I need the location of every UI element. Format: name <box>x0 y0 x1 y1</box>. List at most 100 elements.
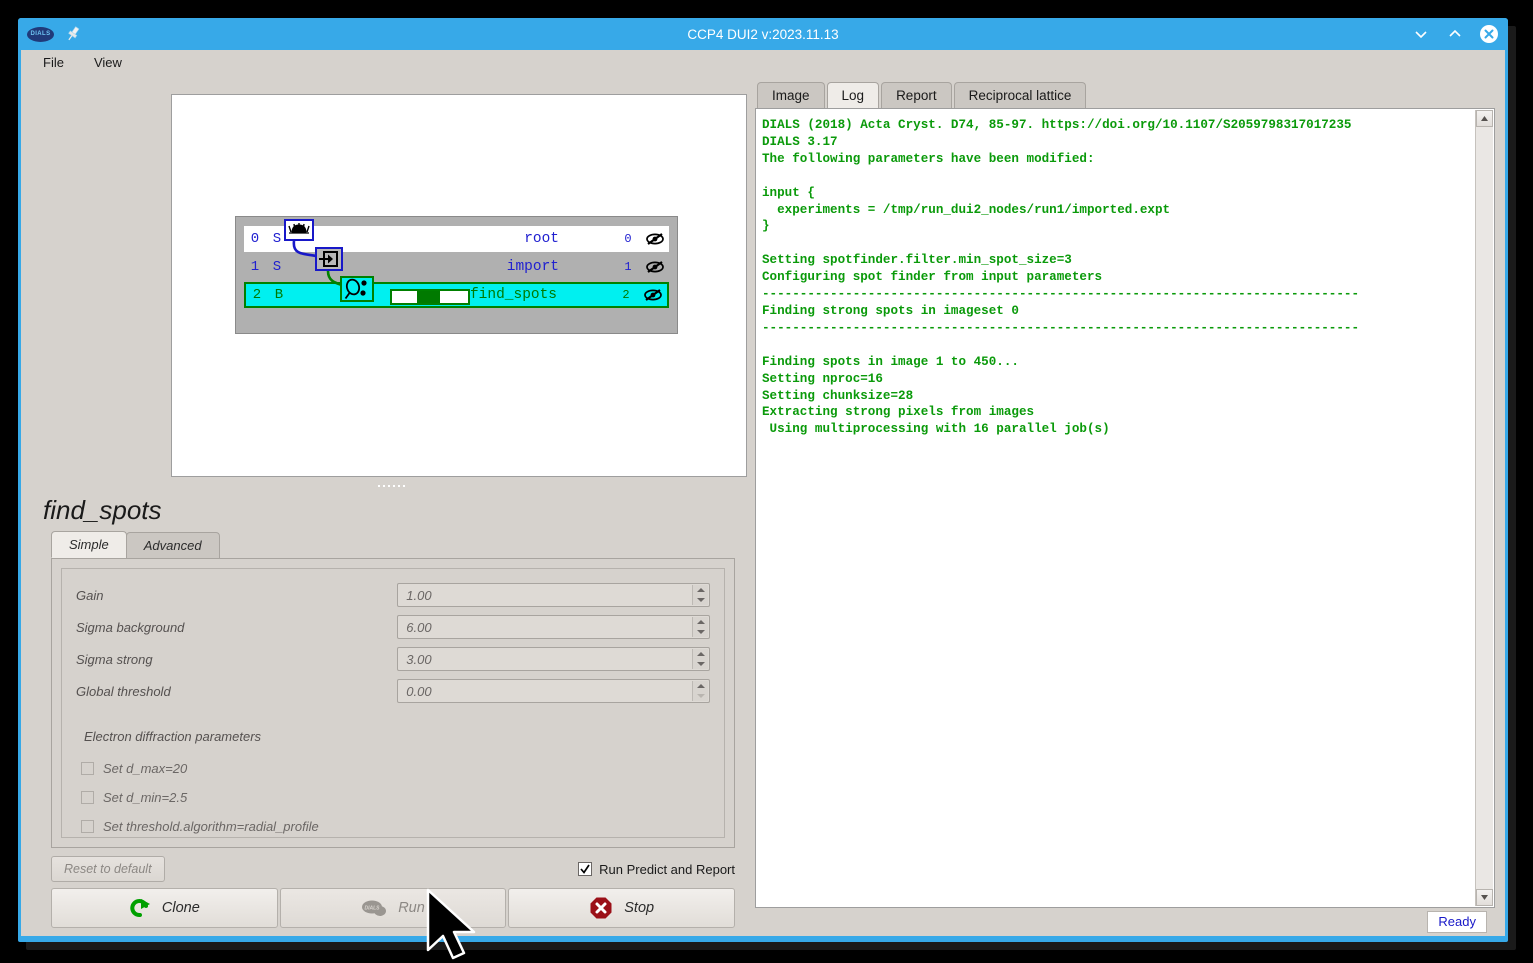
gain-value: 1.00 <box>406 587 432 603</box>
eyelash-box-icon[interactable] <box>284 219 314 241</box>
title-bar[interactable]: DIALS CCP4 DUI2 v:2023.11.13 <box>18 18 1508 50</box>
scroll-up-icon[interactable] <box>1476 110 1493 127</box>
spotfinder-icon[interactable] <box>340 276 374 302</box>
node-progress-fill <box>417 291 440 303</box>
scroll-down-icon[interactable] <box>1476 889 1493 906</box>
field-label: Sigma background <box>76 619 185 635</box>
eye-hidden-icon[interactable] <box>641 232 669 246</box>
tree-node-index: 2 <box>252 287 262 303</box>
spinner-up-icon[interactable] <box>693 649 708 659</box>
log-output-box[interactable]: DIALS (2018) Acta Cryst. D74, 85-97. htt… <box>755 108 1495 908</box>
node-tree-canvas[interactable]: 0 S root 0 1 S import 1 2 B find_spots 2 <box>171 94 747 477</box>
gain-spinbox[interactable]: 1.00 <box>397 583 710 607</box>
field-sigma-background: Sigma background 6.00 <box>76 611 710 643</box>
svg-text:DIALS: DIALS <box>365 906 381 912</box>
field-gain: Gain 1.00 <box>76 579 710 611</box>
reset-and-options-bar: Reset to default Run Predict and Report <box>29 848 753 888</box>
application-window: DIALS CCP4 DUI2 v:2023.11.13 File View 0… <box>18 18 1508 942</box>
run-button[interactable]: DIALS Run <box>279 888 507 928</box>
menu-item-view[interactable]: View <box>90 53 126 72</box>
dials-run-icon: DIALS <box>362 900 387 916</box>
stop-octagon-icon <box>590 897 612 919</box>
eye-hidden-icon[interactable] <box>641 260 669 274</box>
status-badge: Ready <box>1427 911 1487 933</box>
checkbox-row-d-min[interactable]: Set d_min=2.5 <box>76 783 710 812</box>
stop-button-label: Stop <box>624 900 655 916</box>
tree-node-count: 2 <box>622 288 630 302</box>
parameter-panel: Gain 1.00 Sigma background 6.00 Sigma st… <box>51 558 735 848</box>
scrollbar-track[interactable] <box>1476 127 1493 889</box>
checkbox-run-predict-and-report[interactable] <box>578 862 593 876</box>
status-bar: Ready <box>753 908 1497 936</box>
field-label: Global threshold <box>76 683 171 699</box>
spinner-down-icon[interactable] <box>693 627 708 637</box>
clone-button[interactable]: Clone <box>51 888 278 928</box>
sigma-background-spinbox[interactable]: 6.00 <box>397 615 710 639</box>
spinner-down-icon[interactable] <box>693 659 708 669</box>
parameter-panel-inner: Gain 1.00 Sigma background 6.00 Sigma st… <box>61 568 725 838</box>
global-threshold-spinbox[interactable]: 0.00 <box>397 679 710 703</box>
spinner-up-icon[interactable] <box>693 681 708 691</box>
action-button-bar: Clone DIALS Run Stop <box>29 888 753 936</box>
run-predict-and-report-row[interactable]: Run Predict and Report <box>578 862 735 877</box>
tab-image[interactable]: Image <box>757 82 825 108</box>
checkbox-d-max[interactable] <box>81 762 94 775</box>
tree-node-name: root <box>524 231 559 247</box>
log-scrollbar[interactable] <box>1475 110 1493 906</box>
checkbox-d-min[interactable] <box>81 791 94 804</box>
checkbox-row-d-max[interactable]: Set d_max=20 <box>76 754 710 783</box>
client-area: File View 0 S root 0 1 S import 1 2 B fi… <box>21 50 1505 936</box>
reset-to-default-button[interactable]: Reset to default <box>51 856 165 882</box>
parameter-tabs: Simple Advanced <box>29 531 753 558</box>
checkbox-threshold-algorithm[interactable] <box>81 820 94 833</box>
eye-hidden-icon[interactable] <box>639 288 667 302</box>
spinner-down-icon[interactable] <box>693 595 708 605</box>
tree-node-index: 1 <box>250 259 260 275</box>
run-button-label: Run <box>398 900 425 916</box>
tab-simple[interactable]: Simple <box>51 531 127 558</box>
tab-advanced[interactable]: Advanced <box>125 532 220 558</box>
node-progress-bar <box>390 289 470 305</box>
tab-reciprocal-lattice[interactable]: Reciprocal lattice <box>953 82 1087 108</box>
chevron-up-icon[interactable] <box>1444 23 1466 45</box>
pane-splitter-handle[interactable] <box>29 479 753 493</box>
run-predict-and-report-label: Run Predict and Report <box>599 861 735 877</box>
stop-button[interactable]: Stop <box>508 888 736 928</box>
tree-node-count: 0 <box>624 232 632 246</box>
pin-icon[interactable] <box>64 25 82 43</box>
clone-button-label: Clone <box>161 900 200 916</box>
import-arrow-icon[interactable] <box>315 247 343 271</box>
checkbox-row-threshold-algorithm[interactable]: Set threshold.algorithm=radial_profile <box>76 812 710 837</box>
menu-item-file[interactable]: File <box>39 53 68 72</box>
field-label: Sigma strong <box>76 651 153 667</box>
left-pane: 0 S root 0 1 S import 1 2 B find_spots 2… <box>29 74 753 936</box>
tree-node-state: S <box>272 259 282 275</box>
tab-log[interactable]: Log <box>826 82 880 108</box>
main-body: 0 S root 0 1 S import 1 2 B find_spots 2… <box>21 74 1505 936</box>
window-title: CCP4 DUI2 v:2023.11.13 <box>687 26 839 42</box>
checkbox-label: Set threshold.algorithm=radial_profile <box>103 819 319 834</box>
sigma-background-value: 6.00 <box>406 619 432 635</box>
dials-logo-icon: DIALS <box>27 26 54 42</box>
close-circle-icon[interactable] <box>1478 23 1500 45</box>
tree-node-index: 0 <box>250 231 260 247</box>
tree-node-state: B <box>274 287 284 303</box>
tree-node-name: import <box>506 259 559 275</box>
spinner-buttons <box>692 585 708 605</box>
field-global-threshold: Global threshold 0.00 <box>76 675 710 707</box>
chevron-down-icon[interactable] <box>1410 23 1432 45</box>
tab-report[interactable]: Report <box>881 82 952 108</box>
sigma-strong-spinbox[interactable]: 3.00 <box>397 647 710 671</box>
menu-bar: File View <box>21 50 1505 74</box>
spinner-up-icon[interactable] <box>693 585 708 595</box>
tree-node-find-spots[interactable]: 2 B find_spots 2 <box>244 282 669 308</box>
desktop-background: DIALS CCP4 DUI2 v:2023.11.13 File View 0… <box>0 0 1533 963</box>
spinner-up-icon[interactable] <box>693 617 708 627</box>
section-label-electron-diffraction: Electron diffraction parameters <box>84 729 262 744</box>
right-pane: Image Log Report Reciprocal lattice DIAL… <box>753 74 1497 936</box>
spinner-buttons <box>692 617 708 637</box>
field-label: Gain <box>76 587 104 603</box>
tree-node-import[interactable]: 1 S import 1 <box>244 254 669 280</box>
sigma-strong-value: 3.00 <box>406 651 432 667</box>
node-tree: 0 S root 0 1 S import 1 2 B find_spots 2 <box>235 216 678 334</box>
